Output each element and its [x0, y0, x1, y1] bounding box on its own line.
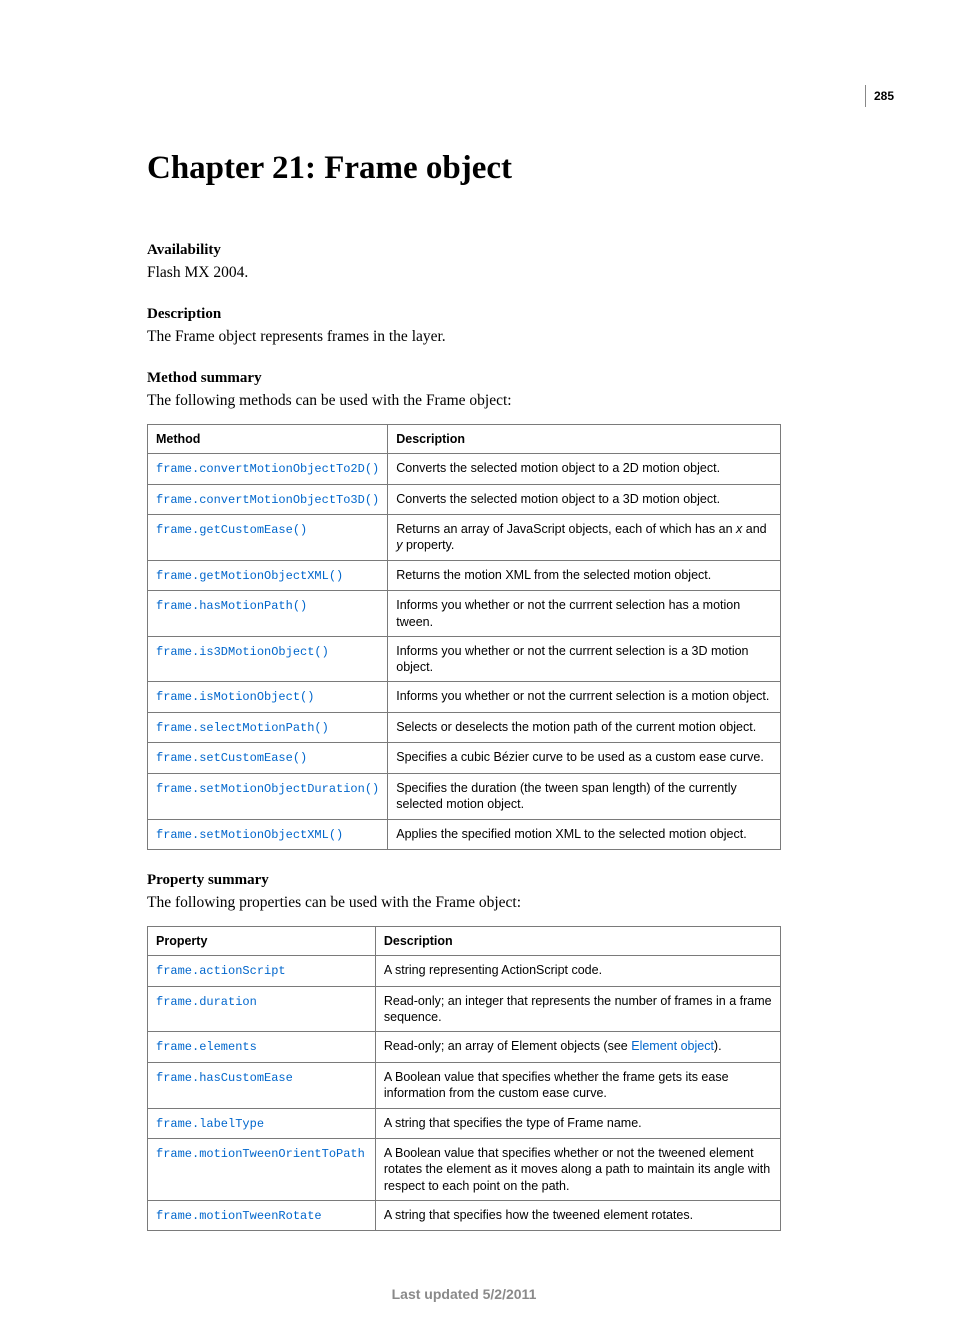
method-link[interactable]: frame.getCustomEase() [156, 523, 307, 537]
method-link[interactable]: frame.hasMotionPath() [156, 599, 307, 613]
method-link[interactable]: frame.convertMotionObjectTo2D() [156, 462, 379, 476]
property-link[interactable]: frame.elements [156, 1040, 257, 1054]
table-row: frame.getCustomEase() Returns an array o… [148, 515, 781, 561]
method-desc: Converts the selected motion object to a… [388, 454, 781, 485]
table-row: frame.setMotionObjectXML() Applies the s… [148, 819, 781, 850]
element-object-link[interactable]: Element object [631, 1039, 714, 1053]
table-row: frame.duration Read-only; an integer tha… [148, 986, 781, 1032]
table-row: frame.setCustomEase() Specifies a cubic … [148, 743, 781, 774]
property-desc: Read-only; an array of Element objects (… [375, 1032, 780, 1063]
method-link[interactable]: frame.setMotionObjectXML() [156, 828, 343, 842]
property-desc: A Boolean value that specifies whether t… [375, 1063, 780, 1109]
chapter-title: Chapter 21: Frame object [147, 150, 781, 187]
table-row: frame.convertMotionObjectTo3D() Converts… [148, 484, 781, 515]
property-desc: A string representing ActionScript code. [375, 956, 780, 987]
table-header-row: Property Description [148, 927, 781, 956]
method-link[interactable]: frame.setCustomEase() [156, 751, 307, 765]
property-summary-label: Property summary [147, 872, 781, 889]
table-row: frame.getMotionObjectXML() Returns the m… [148, 560, 781, 591]
table-row: frame.hasMotionPath() Informs you whethe… [148, 591, 781, 637]
method-link[interactable]: frame.is3DMotionObject() [156, 645, 329, 659]
table-row: frame.elements Read-only; an array of El… [148, 1032, 781, 1063]
page-number: 285 [865, 85, 894, 107]
method-desc: Returns the motion XML from the selected… [388, 560, 781, 591]
method-desc: Applies the specified motion XML to the … [388, 819, 781, 850]
description-header: Description [388, 424, 781, 453]
method-desc: Returns an array of JavaScript objects, … [388, 515, 781, 561]
table-row: frame.hasCustomEase A Boolean value that… [148, 1063, 781, 1109]
availability-label: Availability [147, 242, 781, 259]
property-link[interactable]: frame.actionScript [156, 964, 286, 978]
table-row: frame.convertMotionObjectTo2D() Converts… [148, 454, 781, 485]
method-header: Method [148, 424, 388, 453]
table-row: frame.actionScript A string representing… [148, 956, 781, 987]
method-link[interactable]: frame.getMotionObjectXML() [156, 569, 343, 583]
property-link[interactable]: frame.motionTweenRotate [156, 1209, 322, 1223]
table-row: frame.selectMotionPath() Selects or dese… [148, 712, 781, 743]
table-row: frame.isMotionObject() Informs you wheth… [148, 682, 781, 713]
method-summary-intro: The following methods can be used with t… [147, 391, 781, 412]
property-link[interactable]: frame.motionTweenOrientToPath [156, 1147, 365, 1161]
table-row: frame.labelType A string that specifies … [148, 1108, 781, 1139]
property-desc: A Boolean value that specifies whether o… [375, 1139, 780, 1201]
property-link[interactable]: frame.duration [156, 995, 257, 1009]
method-desc: Converts the selected motion object to a… [388, 484, 781, 515]
availability-text: Flash MX 2004. [147, 263, 781, 284]
property-header: Property [148, 927, 376, 956]
footer-last-updated: Last updated 5/2/2011 [147, 1286, 781, 1302]
property-desc: A string that specifies how the tweened … [375, 1200, 780, 1231]
method-link[interactable]: frame.setMotionObjectDuration() [156, 782, 379, 796]
method-link[interactable]: frame.convertMotionObjectTo3D() [156, 493, 379, 507]
property-desc: A string that specifies the type of Fram… [375, 1108, 780, 1139]
method-desc: Informs you whether or not the currrent … [388, 682, 781, 713]
table-row: frame.is3DMotionObject() Informs you whe… [148, 636, 781, 682]
method-summary-label: Method summary [147, 370, 781, 387]
method-desc: Informs you whether or not the currrent … [388, 636, 781, 682]
method-link[interactable]: frame.isMotionObject() [156, 690, 314, 704]
method-desc: Specifies a cubic Bézier curve to be use… [388, 743, 781, 774]
property-table: Property Description frame.actionScript … [147, 926, 781, 1231]
table-row: frame.motionTweenOrientToPath A Boolean … [148, 1139, 781, 1201]
table-row: frame.setMotionObjectDuration() Specifie… [148, 774, 781, 820]
table-header-row: Method Description [148, 424, 781, 453]
property-link[interactable]: frame.labelType [156, 1117, 264, 1131]
method-desc: Specifies the duration (the tween span l… [388, 774, 781, 820]
method-desc: Selects or deselects the motion path of … [388, 712, 781, 743]
method-table: Method Description frame.convertMotionOb… [147, 424, 781, 850]
page: 285 Chapter 21: Frame object Availabilit… [0, 0, 954, 1342]
description-text: The Frame object represents frames in th… [147, 327, 781, 348]
description-label: Description [147, 306, 781, 323]
property-link[interactable]: frame.hasCustomEase [156, 1071, 293, 1085]
description-header: Description [375, 927, 780, 956]
table-row: frame.motionTweenRotate A string that sp… [148, 1200, 781, 1231]
method-desc: Informs you whether or not the currrent … [388, 591, 781, 637]
property-summary-intro: The following properties can be used wit… [147, 893, 781, 914]
property-desc: Read-only; an integer that represents th… [375, 986, 780, 1032]
method-link[interactable]: frame.selectMotionPath() [156, 721, 329, 735]
